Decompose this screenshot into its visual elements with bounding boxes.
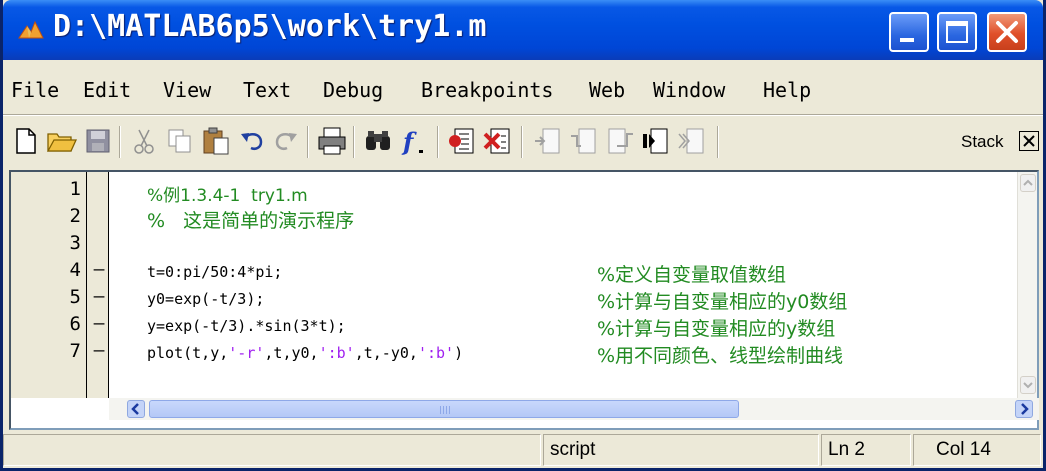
line-number: 4	[69, 259, 81, 281]
chevron-right-icon	[1021, 403, 1029, 415]
cut-icon[interactable]	[127, 124, 161, 158]
toolbar-separator	[307, 126, 309, 158]
menu-file[interactable]: File	[11, 78, 59, 102]
code-fragment: ,t,y0,	[264, 344, 319, 362]
menu-divider	[3, 114, 1043, 116]
menu-web[interactable]: Web	[589, 78, 625, 102]
print-icon[interactable]	[315, 124, 349, 158]
line-number: 6	[69, 313, 81, 335]
window-title: D:\MATLAB6p5\work\try1.m	[53, 9, 487, 44]
status-line: Ln 2	[821, 434, 911, 466]
menu-window[interactable]: Window	[653, 78, 725, 102]
svg-text:f: f	[401, 127, 417, 156]
paste-icon[interactable]	[199, 124, 233, 158]
line-number: 2	[69, 205, 81, 227]
executable-line-marker[interactable]: –	[91, 340, 107, 361]
toolbar-separator	[717, 126, 719, 158]
executable-line-marker[interactable]: –	[91, 286, 107, 307]
line-number: 7	[69, 340, 81, 362]
clear-breakpoints-icon[interactable]	[481, 124, 515, 158]
inline-comment: %定义自变量取值数组	[597, 264, 787, 286]
string-literal: '-r'	[228, 344, 265, 362]
horizontal-scroll-thumb[interactable]	[149, 400, 739, 418]
line-number: 5	[69, 286, 81, 308]
chevron-down-icon	[1023, 382, 1033, 389]
matlab-app-icon[interactable]	[17, 18, 45, 44]
step-out-icon[interactable]	[603, 124, 637, 158]
function-icon[interactable]: f	[397, 124, 431, 158]
step-in-icon[interactable]	[567, 124, 601, 158]
chevron-left-icon	[131, 403, 139, 415]
editor-window: D:\MATLAB6p5\work\try1.m File Edit View …	[0, 0, 1046, 471]
open-folder-icon[interactable]	[45, 124, 79, 158]
scroll-right-button[interactable]	[1015, 400, 1033, 418]
title-bar[interactable]: D:\MATLAB6p5\work\try1.m	[3, 0, 1043, 60]
menu-text[interactable]: Text	[243, 78, 291, 102]
code-line-4: t=0:pi/50:4*pi;	[147, 263, 283, 281]
code-line-1: %例1.3.4-1 try1.m	[147, 186, 308, 206]
toolbar-separator	[119, 126, 121, 158]
continue-icon[interactable]	[639, 124, 673, 158]
exit-debug-icon[interactable]	[675, 124, 709, 158]
vertical-scrollbar[interactable]	[1017, 172, 1037, 398]
line-number: 1	[69, 178, 81, 200]
line-number: 3	[69, 232, 81, 254]
status-column: Col 14	[913, 434, 1041, 466]
scroll-left-button[interactable]	[127, 400, 145, 418]
inline-comment: %计算与自变量相应的y0数组	[597, 291, 848, 313]
minimize-button[interactable]	[889, 12, 929, 52]
menu-view[interactable]: View	[163, 78, 211, 102]
undo-icon[interactable]	[235, 124, 269, 158]
toolbar: f	[3, 118, 1043, 168]
code-fragment: plot(t,y,	[147, 344, 229, 362]
maximize-button[interactable]	[937, 12, 977, 52]
menu-edit[interactable]: Edit	[83, 78, 131, 102]
horizontal-scrollbar[interactable]	[109, 398, 1039, 420]
find-icon[interactable]	[361, 124, 395, 158]
menu-debug[interactable]: Debug	[323, 78, 383, 102]
close-icon	[996, 21, 1018, 43]
code-editor[interactable]: 1 2 3 4 5 6 7 – – – – %例1.3.4-1 try1.m %…	[9, 170, 1039, 430]
breakpoint-gutter[interactable]	[87, 172, 109, 398]
code-line-5: y0=exp(-t/3);	[147, 290, 265, 308]
maximize-icon	[946, 21, 968, 43]
executable-line-marker[interactable]: –	[91, 259, 107, 280]
code-line-6: y=exp(-t/3).*sin(3*t);	[147, 317, 346, 335]
stack-label: Stack	[961, 132, 1004, 151]
menu-breakpoints[interactable]: Breakpoints	[421, 78, 553, 102]
status-message	[3, 434, 541, 466]
code-line-7: plot(t,y,'-r',t,y0,':b',t,-y0,':b')	[147, 344, 463, 362]
inline-comment: %计算与自变量相应的y数组	[597, 318, 836, 340]
status-bar: script Ln 2 Col 14	[3, 434, 1043, 468]
copy-icon[interactable]	[163, 124, 197, 158]
toolbar-separator	[353, 126, 355, 158]
status-mode: script	[543, 434, 819, 466]
minimize-icon	[900, 38, 914, 42]
scroll-down-button[interactable]	[1020, 376, 1036, 394]
new-file-icon[interactable]	[9, 124, 43, 158]
close-button[interactable]	[987, 12, 1027, 52]
code-line-2: % 这是简单的演示程序	[147, 210, 355, 232]
menu-help[interactable]: Help	[763, 78, 811, 102]
code-fragment: )	[454, 344, 464, 362]
scroll-grip	[440, 406, 452, 414]
set-breakpoint-icon[interactable]	[445, 124, 479, 158]
menu-bar: File Edit View Text Debug Breakpoints We…	[3, 76, 1043, 112]
string-literal: ':b'	[318, 344, 355, 362]
save-icon[interactable]	[81, 124, 115, 158]
toolbar-separator	[521, 126, 523, 158]
string-literal: ':b'	[417, 344, 455, 362]
toolbar-separator	[437, 126, 439, 158]
redo-icon[interactable]	[269, 124, 303, 158]
step-icon[interactable]	[531, 124, 565, 158]
chevron-up-icon	[1023, 179, 1033, 186]
stack-close-button[interactable]	[1019, 131, 1039, 151]
inline-comment: %用不同颜色、线型绘制曲线	[597, 345, 844, 367]
executable-line-marker[interactable]: –	[91, 313, 107, 334]
scroll-up-button[interactable]	[1020, 174, 1036, 192]
code-fragment: ,t,-y0,	[354, 344, 418, 362]
close-icon	[1023, 135, 1035, 147]
